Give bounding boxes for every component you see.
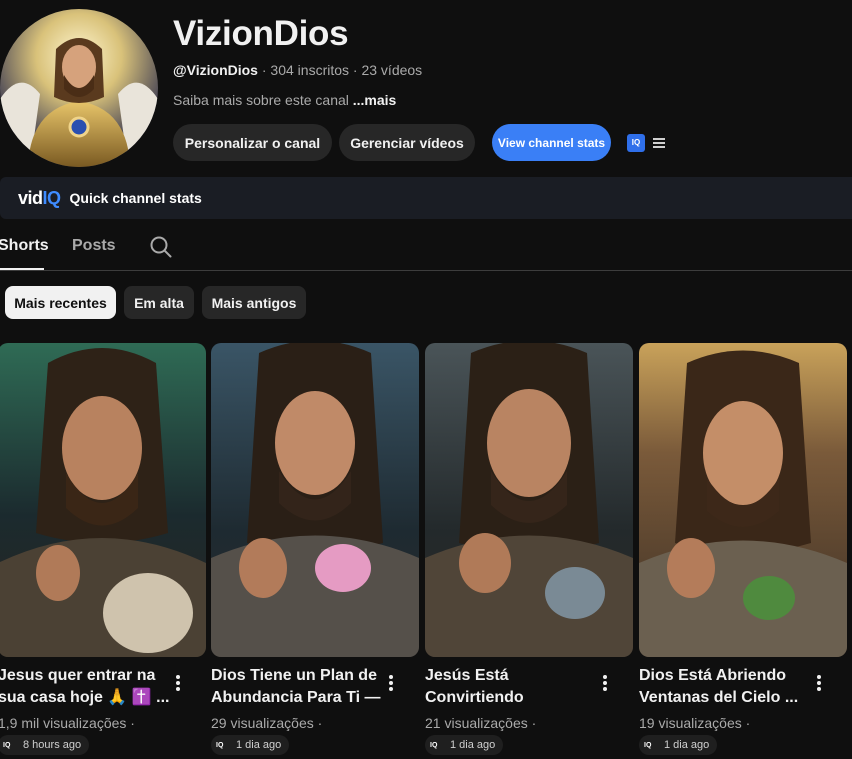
chip-oldest[interactable]: Mais antigos <box>202 286 306 319</box>
short-card[interactable]: Jesus quer entrar na sua casa hoje 🙏 ✝️ … <box>0 343 206 755</box>
kebab-icon[interactable] <box>176 675 180 691</box>
channel-info: VizionDios @VizionDios · 304 inscritos ·… <box>173 12 422 108</box>
kebab-icon[interactable] <box>389 675 393 691</box>
short-card[interactable]: Jesús Está Convirtiendo Tu Escasez en ..… <box>425 343 633 755</box>
iq-icon: IQ <box>3 741 11 749</box>
short-age: 1 dia ago <box>664 739 710 751</box>
short-thumbnail[interactable] <box>425 343 633 657</box>
tab-posts[interactable]: Posts <box>72 237 116 255</box>
customize-channel-button[interactable]: Personalizar o canal <box>173 124 332 161</box>
kebab-icon[interactable] <box>817 675 821 691</box>
vidiq-quick-stats-bar[interactable]: vidIQ Quick channel stats <box>0 177 852 219</box>
short-age: 8 hours ago <box>23 739 82 751</box>
iq-icon: IQ <box>644 741 652 749</box>
channel-actions: Personalizar o canal Gerenciar vídeos Vi… <box>173 124 665 161</box>
short-age-badge: IQ 1 dia ago <box>425 735 504 755</box>
iq-icon: IQ <box>430 741 438 749</box>
short-views: 1,9 mil visualizações · <box>0 715 135 731</box>
view-channel-stats-button[interactable]: View channel stats <box>492 124 611 161</box>
short-card[interactable]: Dios Tiene un Plan de Abundancia Para Ti… <box>211 343 419 755</box>
channel-handle: @VizionDios <box>173 62 258 78</box>
short-age-badge: IQ 1 dia ago <box>211 735 290 755</box>
menu-icon[interactable] <box>653 137 665 148</box>
iq-icon: IQ <box>216 741 224 749</box>
about-text: Saiba mais sobre este canal <box>173 92 353 108</box>
short-title[interactable]: Dios Tiene un Plan de Abundancia Para Ti… <box>211 665 383 709</box>
short-title[interactable]: Jesús Está Convirtiendo Tu Escasez en ..… <box>425 665 597 709</box>
channel-tabs: Shorts Posts <box>0 230 852 271</box>
sort-chips: Mais recentes Em alta Mais antigos <box>5 286 314 319</box>
meta-separator: · <box>257 62 271 78</box>
search-icon[interactable] <box>150 236 172 258</box>
chip-most-recent[interactable]: Mais recentes <box>5 286 116 319</box>
meta-separator: · <box>349 62 362 78</box>
short-views: 29 visualizações · <box>211 715 323 731</box>
short-thumbnail[interactable] <box>0 343 206 657</box>
subscriber-count: 304 inscritos <box>270 62 350 78</box>
channel-avatar[interactable] <box>0 9 158 167</box>
tab-shorts[interactable]: Shorts <box>0 237 49 255</box>
short-title[interactable]: Jesus quer entrar na sua casa hoje 🙏 ✝️ … <box>0 665 170 709</box>
tab-active-indicator <box>0 268 44 270</box>
about-more[interactable]: ...mais <box>353 92 397 108</box>
short-age: 1 dia ago <box>236 739 282 751</box>
video-count: 23 vídeos <box>361 62 423 78</box>
short-age: 1 dia ago <box>450 739 496 751</box>
short-age-badge: IQ 1 dia ago <box>639 735 718 755</box>
manage-videos-button[interactable]: Gerenciar vídeos <box>339 124 475 161</box>
iq-icon[interactable]: IQ <box>627 133 645 152</box>
kebab-icon[interactable] <box>603 675 607 691</box>
short-thumbnail[interactable] <box>639 343 847 657</box>
channel-title: VizionDios <box>173 14 349 53</box>
vidiq-label: Quick channel stats <box>69 190 202 206</box>
short-card[interactable]: Dios Está Abriendo Ventanas del Cielo ..… <box>639 343 847 755</box>
vidiq-logo: vidIQ <box>18 187 61 208</box>
channel-meta: @VizionDios · 304 inscritos · 23 vídeos <box>173 62 422 78</box>
short-views: 21 visualizações · <box>425 715 537 731</box>
short-title[interactable]: Dios Está Abriendo Ventanas del Cielo ..… <box>639 665 811 709</box>
channel-about-link[interactable]: Saiba mais sobre este canal ...mais <box>173 92 422 108</box>
short-views: 19 visualizações · <box>639 715 751 731</box>
short-age-badge: IQ 8 hours ago <box>0 735 90 755</box>
chip-popular[interactable]: Em alta <box>124 286 194 319</box>
short-thumbnail[interactable] <box>211 343 419 657</box>
